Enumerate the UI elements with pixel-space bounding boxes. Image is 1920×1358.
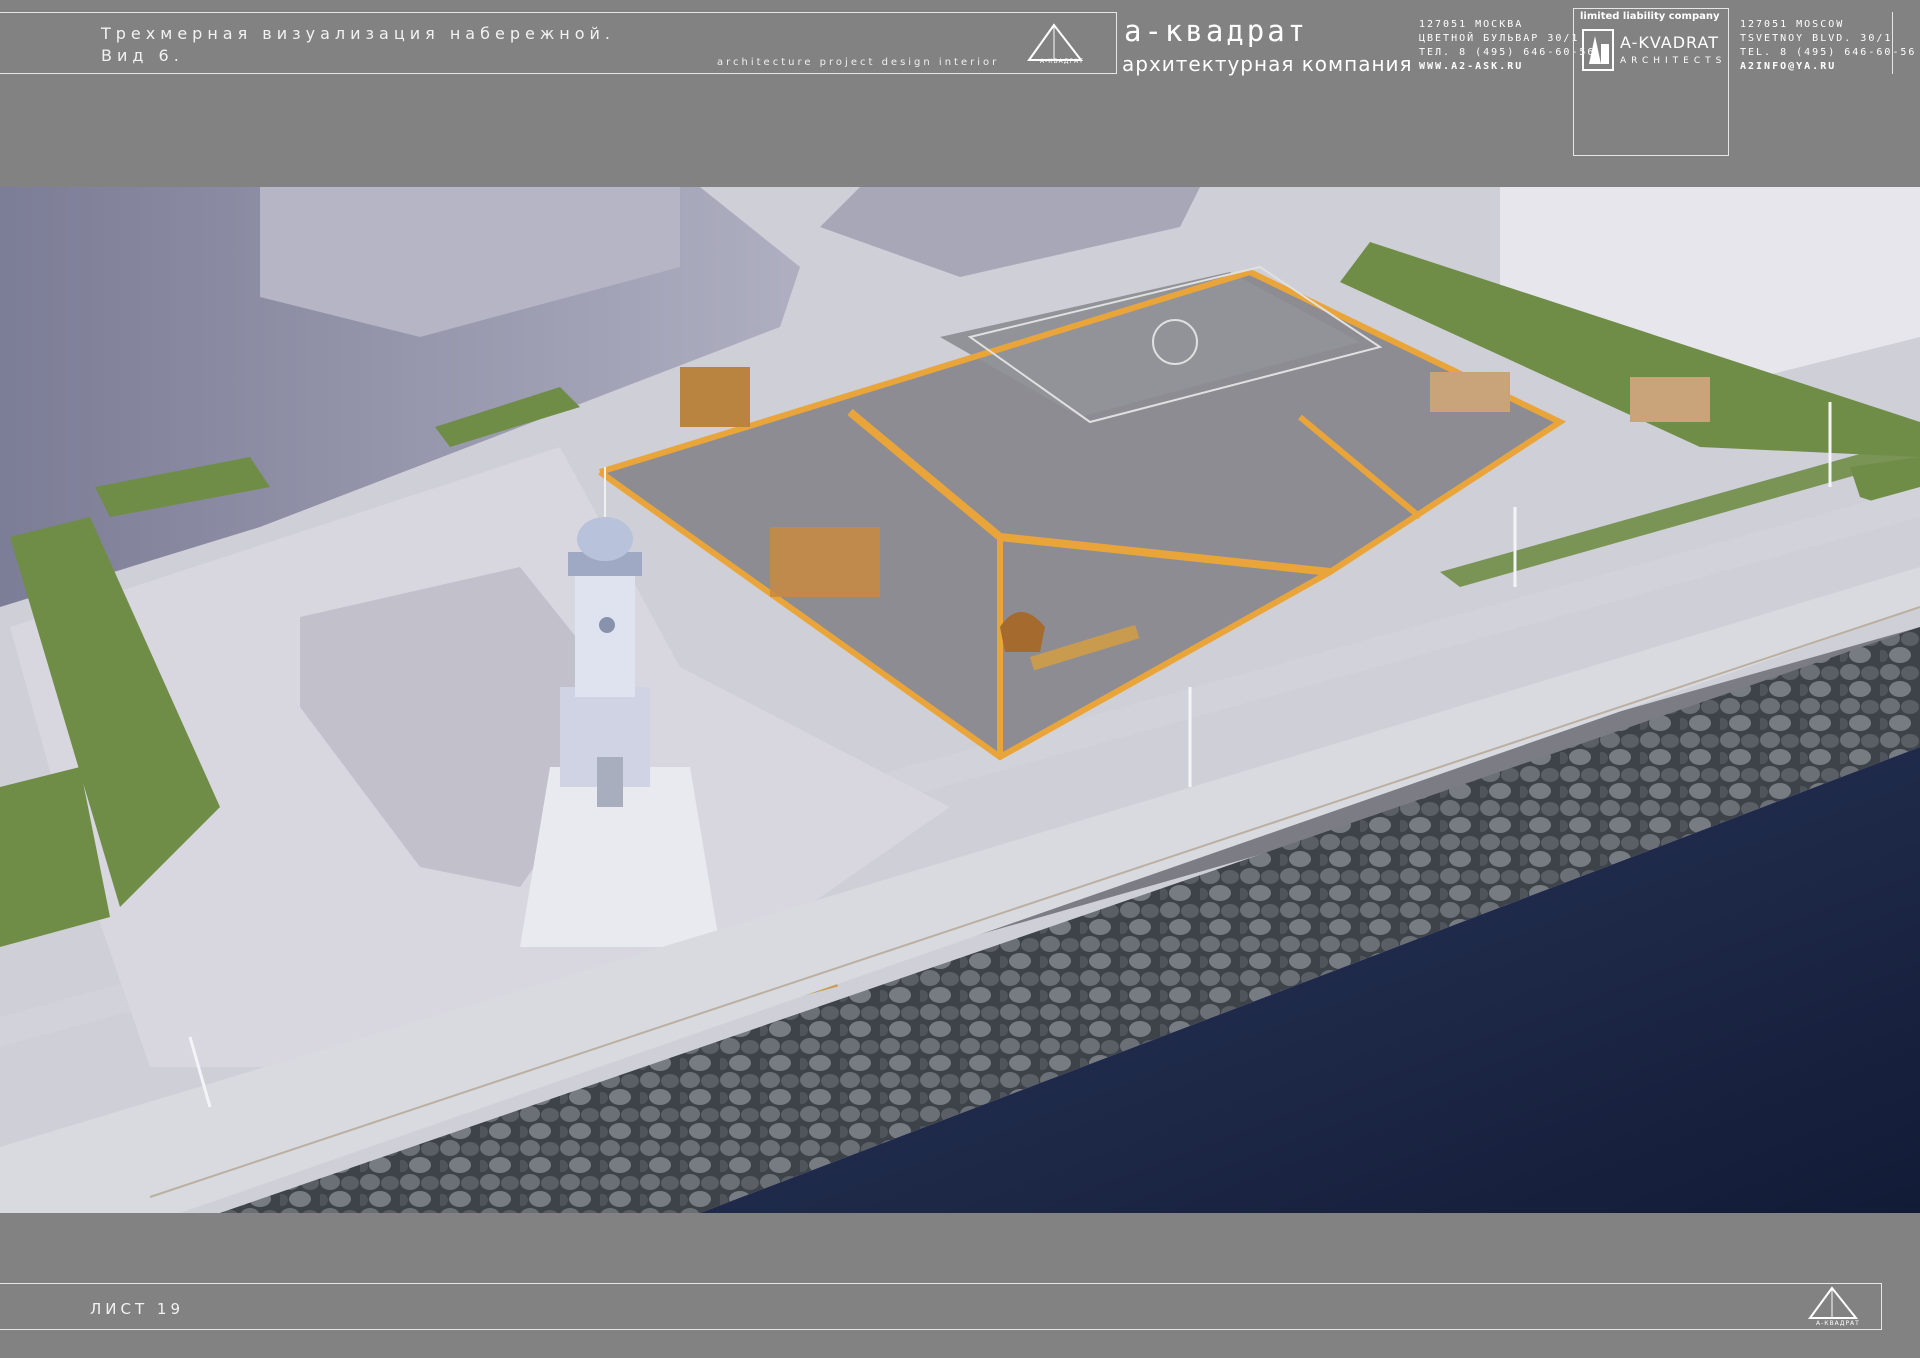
- address-en-line: TSVETNOY BLVD. 30/1: [1740, 33, 1893, 44]
- address-en: 127051 MOSCOW TSVETNOY BLVD. 30/1 TEL. 8…: [1740, 18, 1916, 74]
- header-logo-caption: А-КВАДРАТ: [1040, 58, 1084, 65]
- brand-name: а-квадрат: [1124, 14, 1309, 48]
- render-illustration: [0, 187, 1920, 1213]
- llc-caption: limited liability company: [1580, 11, 1720, 22]
- building-logo-icon: [1581, 28, 1615, 72]
- page-title: Трехмерная визуализация набережной.: [101, 24, 615, 43]
- footer-logo-caption: А-КВАДРАТ: [1816, 1320, 1860, 1327]
- address-ru-line: ЦВЕТНОЙ БУЛЬВАР 30/1: [1419, 33, 1580, 44]
- sheet-number: ЛИСТ 19: [90, 1300, 184, 1318]
- address-en-line: TEL. 8 (495) 646-60-56: [1740, 47, 1917, 58]
- email-link[interactable]: A2INFO@YA.RU: [1740, 60, 1916, 74]
- llc-logo-box: limited liability company A-KVADRAT ARCH…: [1573, 8, 1729, 156]
- footer-frame: [0, 1283, 1882, 1330]
- address-ru-line: 127051 МОСКВА: [1419, 19, 1524, 30]
- address-ru-line: ТЕЛ. 8 (495) 646-60-56: [1419, 47, 1596, 58]
- address-ru: 127051 МОСКВА ЦВЕТНОЙ БУЛЬВАР 30/1 ТЕЛ. …: [1419, 18, 1595, 74]
- address-en-line: 127051 MOSCOW: [1740, 19, 1845, 30]
- llc-name: A-KVADRAT: [1620, 33, 1719, 52]
- website-link[interactable]: WWW.A2-ASK.RU: [1419, 60, 1595, 74]
- llc-sub: ARCHITECTS: [1620, 56, 1727, 66]
- page-subtitle: Вид 6.: [101, 46, 184, 65]
- header-frame-edge: [1892, 12, 1893, 74]
- brand-subtitle: архитектурная компания: [1122, 52, 1413, 76]
- tagline: architecture project design interior: [717, 57, 1000, 68]
- embankment-render: [0, 187, 1920, 1213]
